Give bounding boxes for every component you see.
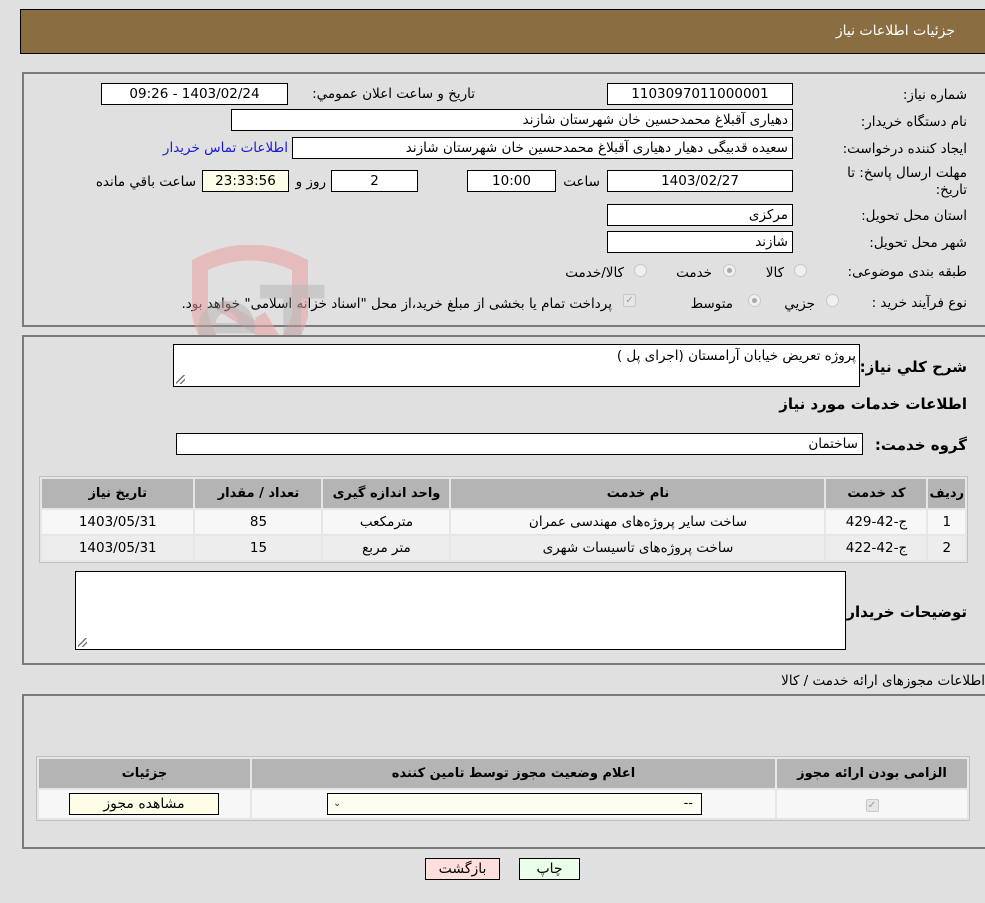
deadline-time-field: 10:00: [467, 170, 556, 192]
description-text: پروژه تعریض خیابان آرامستان (اجرای پل ): [616, 348, 856, 364]
license-required-checkbox[interactable]: ✓: [865, 799, 879, 812]
buyer-org-label: نام دستگاه خریدار:: [860, 114, 967, 130]
cell-code: ج-42-429: [826, 510, 927, 534]
buyer-contact-link[interactable]: اطلاعات تماس خریدار: [163, 140, 288, 156]
services-table-header: ردیف کد خدمت نام خدمت واحد اندازه گیری ت…: [42, 479, 965, 508]
deadline-time-label: ساعت: [563, 174, 600, 190]
purchase-option-medium: متوسط: [690, 296, 733, 312]
cell-date: 1403/05/31: [42, 536, 194, 560]
cell-unit: مترمکعب: [323, 510, 450, 534]
services-table: ردیف کد خدمت نام خدمت واحد اندازه گیری ت…: [39, 476, 968, 563]
category-radio-service[interactable]: [723, 264, 736, 277]
buyer-notes-label: توضیحات خریدار:: [840, 603, 967, 621]
requester-field: سعیده قدبیگی دهیار دهیاری آقبلاغ محمدحسی…: [292, 137, 793, 159]
buyer-org-field: دهیاری آقبلاغ محمدحسین خان شهرستان شازند: [231, 109, 793, 131]
table-row: 2 ج-42-422 ساخت پروژه‌های تاسیسات شهری م…: [42, 536, 965, 560]
col-license-required: الزامی بودن ارائه مجوز: [777, 759, 967, 788]
purchase-type-label: نوع فرآیند خرید :: [871, 295, 967, 311]
resize-handle-icon[interactable]: [176, 375, 185, 384]
licenses-section-title: اطلاعات مجوزهای ارائه خدمت / کالا: [781, 673, 985, 689]
resize-handle-icon[interactable]: [78, 638, 87, 647]
cell-row: 2: [928, 536, 965, 560]
cell-license-required: ✓: [777, 790, 967, 818]
category-option-service: خدمت: [676, 265, 712, 281]
chevron-down-icon: ⌄: [333, 798, 342, 809]
cell-date: 1403/05/31: [42, 510, 194, 534]
cell-qty: 85: [195, 510, 322, 534]
remaining-time-field: 23:33:56: [202, 170, 289, 192]
treasury-checkbox[interactable]: ✓: [623, 294, 636, 307]
col-row: ردیف: [928, 479, 965, 508]
cell-qty: 15: [195, 536, 322, 560]
license-status-value: --: [683, 796, 693, 811]
cell-license-status: -- ⌄: [252, 790, 775, 818]
col-unit: واحد اندازه گیری: [323, 479, 450, 508]
category-label: طبقه بندی موضوعی:: [847, 264, 967, 280]
province-field: مرکزی: [607, 204, 793, 226]
need-number-field: 1103097011000001: [607, 83, 793, 105]
page-header: جزئیات اطلاعات نیاز: [20, 9, 985, 54]
service-group-field: ساختمان: [176, 433, 863, 455]
category-option-goods: کالا: [765, 265, 784, 281]
col-qty: تعداد / مقدار: [195, 479, 322, 508]
table-row: ✓ -- ⌄ مشاهده مجوز: [39, 790, 967, 818]
requester-label: ایجاد کننده درخواست:: [842, 141, 967, 157]
purchase-radio-minor[interactable]: [826, 294, 839, 307]
service-group-label: گروه خدمت:: [874, 436, 967, 454]
announce-datetime-label: تاریخ و ساعت اعلان عمومي:: [312, 86, 475, 102]
city-field: شازند: [607, 231, 793, 253]
col-date: تاریخ نیاز: [42, 479, 194, 508]
deadline-label-line1: مهلت ارسال پاسخ: تا: [847, 165, 967, 181]
remaining-time-label: ساعت باقي مانده: [95, 174, 196, 190]
table-row: 1 ج-42-429 ساخت سایر پروژه‌های مهندسی عم…: [42, 510, 965, 534]
need-number-label: شماره نیاز:: [902, 87, 967, 103]
deadline-label-line2: تاریخ:: [935, 182, 967, 198]
back-button[interactable]: بازگشت: [425, 858, 500, 880]
cell-code: ج-42-422: [826, 536, 927, 560]
licenses-table-header: الزامی بودن ارائه مجوز اعلام وضعیت مجوز …: [39, 759, 967, 788]
services-section-title: اطلاعات خدمات مورد نیاز: [779, 395, 967, 413]
days-label: روز و: [295, 174, 326, 190]
description-textarea[interactable]: پروژه تعریض خیابان آرامستان (اجرای پل ): [173, 344, 860, 387]
cell-unit: متر مربع: [323, 536, 450, 560]
license-status-select[interactable]: -- ⌄: [327, 793, 702, 815]
view-license-button[interactable]: مشاهده مجوز: [69, 793, 219, 815]
col-code: کد خدمت: [826, 479, 927, 508]
licenses-table: الزامی بودن ارائه مجوز اعلام وضعیت مجوز …: [36, 756, 970, 821]
cell-license-details: مشاهده مجوز: [39, 790, 250, 818]
print-button[interactable]: چاپ: [519, 858, 580, 880]
page-title: جزئیات اطلاعات نیاز: [835, 23, 955, 39]
announce-datetime-field: 1403/02/24 - 09:26: [101, 83, 288, 105]
category-option-goods-service: کالا/خدمت: [565, 265, 624, 281]
category-radio-goods-service[interactable]: [634, 264, 647, 277]
purchase-radio-medium[interactable]: [748, 294, 761, 307]
remaining-days-field: 2: [331, 170, 418, 192]
province-label: استان محل تحویل:: [861, 208, 967, 224]
cell-row: 1: [928, 510, 965, 534]
description-label: شرح كلي نياز:: [859, 358, 967, 376]
treasury-note: پرداخت تمام یا بخشی از مبلغ خرید،از محل …: [181, 296, 612, 312]
buyer-notes-textarea[interactable]: [75, 571, 846, 650]
category-radio-goods[interactable]: [794, 264, 807, 277]
city-label: شهر محل تحویل:: [869, 235, 967, 251]
col-license-details: جزئیات: [39, 759, 250, 788]
cell-name: ساخت پروژه‌های تاسیسات شهری: [451, 536, 825, 560]
deadline-date-field: 1403/02/27: [607, 170, 793, 192]
col-name: نام خدمت: [451, 479, 825, 508]
cell-name: ساخت سایر پروژه‌های مهندسی عمران: [451, 510, 825, 534]
col-license-status: اعلام وضعیت مجوز توسط تامین کننده: [252, 759, 775, 788]
purchase-option-minor: جزيي: [784, 296, 815, 312]
